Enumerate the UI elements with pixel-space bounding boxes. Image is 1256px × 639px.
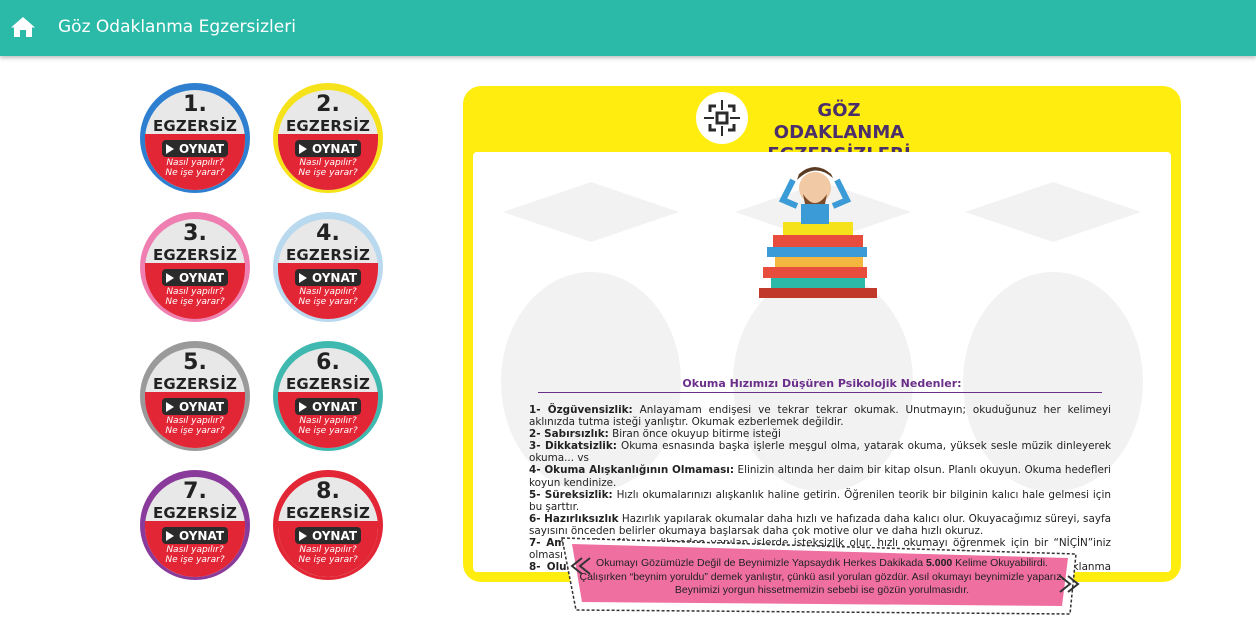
exercise-help[interactable]: Nasıl yapılır? Ne işe yarar? [139, 287, 251, 307]
play-icon [165, 143, 174, 154]
exercise-number: 2. [316, 92, 340, 117]
quote-line2: Çalışırken “beynim yoruldu” demek yanlış… [579, 570, 1065, 583]
play-icon [165, 530, 174, 541]
exercise-number: 5. [183, 350, 207, 375]
panel-header: GÖZ ODAKLANMA EGZERSİZLERİ [463, 86, 1181, 165]
play-button[interactable]: OYNAT [295, 140, 361, 157]
exercise-badge-1[interactable]: 1. EGZERSİZ OYNAT Nasıl yapılır? Ne işe yara… [139, 82, 251, 194]
exercise-help[interactable]: Nasıl yapılır? Ne işe yarar? [272, 545, 384, 565]
exercise-label: EGZERSİZ [152, 117, 238, 135]
exercise-help[interactable]: Nasıl yapılır? Ne işe yarar? [139, 545, 251, 565]
play-icon [165, 272, 174, 283]
quote-line3: Beynimizi yorgun hissetmemizin sebebi is… [674, 584, 970, 596]
play-button[interactable]: OYNAT [162, 269, 228, 286]
exercise-badge-4[interactable]: 4. EGZERSİZ OYNAT Nasıl yapılır? Ne işe yara… [272, 211, 384, 323]
play-icon [298, 401, 307, 412]
reason-item: 2- Sabırsızlık: Biran önce okuyup bitirm… [529, 428, 781, 441]
app-title: Göz Odaklanma Egzersizleri [58, 17, 296, 37]
exercise-label: EGZERSİZ [285, 117, 371, 135]
quote-text: Okumayı Gözümüzle Değil de Beynimizle Ya… [577, 557, 1067, 598]
exercise-number: 4. [316, 221, 340, 246]
exercise-number: 1. [183, 92, 207, 117]
focus-logo-icon [696, 92, 748, 144]
reasons-subtitle: Okuma Hızımızı Düşüren Psikolojik Nedenl… [682, 377, 962, 390]
reason-item: 5- Süreksizlik: Hızlı okumalarınızı alış… [529, 488, 1111, 513]
play-button[interactable]: OYNAT [295, 527, 361, 544]
reason-item: 1- Özgüvensizlik: Anlayamam endişesi ve … [529, 404, 1112, 429]
exercise-number: 7. [183, 479, 207, 504]
play-button[interactable]: OYNAT [295, 269, 361, 286]
exercise-label: EGZERSİZ [152, 246, 238, 264]
play-button[interactable]: OYNAT [162, 140, 228, 157]
reason-item: 4- Okuma Alışkanlığının Olmaması: Eliniz… [529, 464, 1111, 489]
reason-item: 6- Hazırlıksızlık Hazırlık yapılarak oku… [529, 512, 1112, 537]
exercise-number: 6. [316, 350, 340, 375]
play-icon [298, 530, 307, 541]
play-button[interactable]: OYNAT [162, 527, 228, 544]
exercise-badge-5[interactable]: 5. EGZERSİZ OYNAT Nasıl yapılır? Ne işe yara… [139, 340, 251, 452]
stressed-reader-illustration [759, 167, 877, 298]
play-button[interactable]: OYNAT [295, 398, 361, 415]
exercise-help[interactable]: Nasıl yapılır? Ne işe yarar? [272, 158, 384, 178]
top-app-bar: Göz Odaklanma Egzersizleri [0, 0, 1256, 56]
exercise-help[interactable]: Nasıl yapılır? Ne işe yarar? [272, 416, 384, 436]
exercise-badge-7[interactable]: 7. EGZERSİZ OYNAT Nasıl yapılır? Ne işe yara… [139, 469, 251, 581]
exercise-badge-2[interactable]: 2. EGZERSİZ OYNAT Nasıl yapılır? Ne işe yara… [272, 82, 384, 194]
quote-line1: Okumayı Gözümüzle Değil de Beynimizle Ya… [596, 557, 1048, 569]
exercise-number: 8. [316, 479, 340, 504]
exercise-label: EGZERSİZ [285, 504, 371, 522]
panel-content: Okuma Hızımızı Düşüren Psikolojik Nedenl… [473, 152, 1171, 572]
exercise-label: EGZERSİZ [285, 246, 371, 264]
home-icon[interactable] [10, 15, 36, 39]
reason-item: 3- Dikkatsizlik: Okuma esnasında başka i… [529, 440, 1111, 465]
play-icon [298, 143, 307, 154]
play-button[interactable]: OYNAT [162, 398, 228, 415]
exercise-label: EGZERSİZ [152, 504, 238, 522]
subtitle-divider [538, 392, 1102, 393]
play-icon [165, 401, 174, 412]
exercise-help[interactable]: Nasıl yapılır? Ne işe yarar? [139, 416, 251, 436]
exercise-help[interactable]: Nasıl yapılır? Ne işe yarar? [272, 287, 384, 307]
exercise-number: 3. [183, 221, 207, 246]
play-icon [298, 272, 307, 283]
panel-title-line1: GÖZ ODAKLANMA [773, 100, 905, 143]
exercise-badge-6[interactable]: 6. EGZERSİZ OYNAT Nasıl yapılır? Ne işe yara… [272, 340, 384, 452]
exercise-badge-3[interactable]: 3. EGZERSİZ OYNAT Nasıl yapılır? Ne işe yara… [139, 211, 251, 323]
exercise-badge-8[interactable]: 8. EGZERSİZ OYNAT Nasıl yapılır? Ne işe yara… [272, 469, 384, 581]
exercise-label: EGZERSİZ [285, 375, 371, 393]
info-panel: GÖZ ODAKLANMA EGZERSİZLERİ [463, 86, 1181, 582]
exercise-label: EGZERSİZ [152, 375, 238, 393]
exercise-help[interactable]: Nasıl yapılır? Ne işe yarar? [139, 158, 251, 178]
